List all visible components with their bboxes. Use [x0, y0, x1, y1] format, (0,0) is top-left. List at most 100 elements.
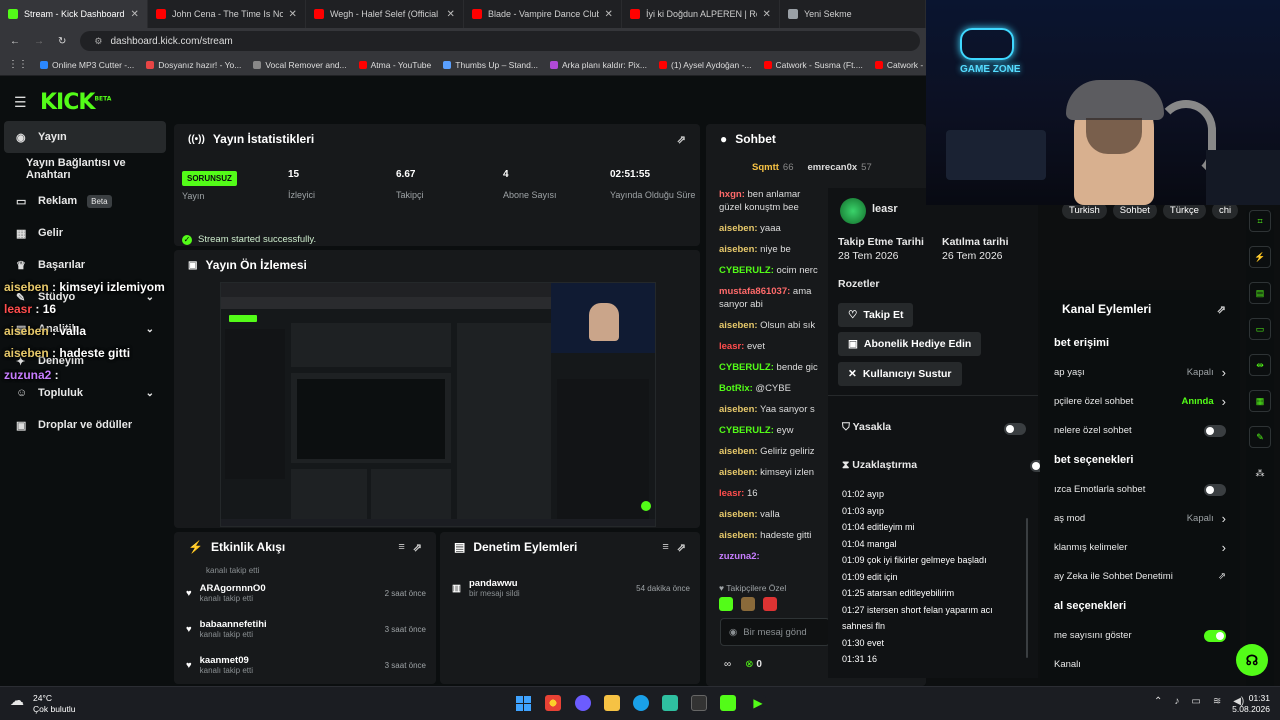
channel-action-row[interactable]: pçilere özel sohbet Anında › [1040, 387, 1240, 416]
activity-item[interactable]: ♥ kaanmet09 kanalı takip etti 3 saat önce [174, 647, 436, 683]
channel-action-row[interactable]: klanmış kelimeler › [1040, 533, 1240, 562]
chat-input[interactable]: ◉ Bir mesaj gönd [720, 618, 830, 646]
apps-grid-icon[interactable]: ⋮⋮ [8, 59, 28, 70]
chrome-icon[interactable] [545, 695, 561, 711]
app-icon[interactable] [662, 695, 678, 711]
chat-username[interactable]: aiseben: [719, 404, 758, 415]
chat-username[interactable]: aiseben: [719, 244, 758, 255]
chat-message[interactable]: aiseben: hadeste gitti [719, 529, 829, 542]
chat-message[interactable]: aiseben: kimseyi izlen [719, 466, 829, 479]
close-icon[interactable]: ✕ [289, 9, 297, 20]
chat-username[interactable]: aiseben: [719, 320, 758, 331]
popout-icon[interactable]: ⇗ [413, 541, 422, 554]
chat-message[interactable]: leasr: evet [719, 340, 829, 353]
emote-icon[interactable] [763, 597, 777, 611]
chat-message[interactable]: aiseben: Geliriz geliriz [719, 445, 829, 458]
browser-tab[interactable]: Yeni Sekme [780, 0, 926, 28]
reload-icon[interactable]: ↻ [58, 36, 66, 47]
raid-icon[interactable]: ⇹ [1249, 354, 1271, 376]
setting-toggle[interactable] [1204, 424, 1226, 437]
sidebar-item[interactable]: Yayın Bağlantısı ve Anahtarı [0, 153, 172, 185]
close-icon[interactable]: ✕ [605, 9, 613, 20]
close-icon[interactable]: ✕ [763, 9, 771, 20]
monitor-icon[interactable]: ▭ [1191, 696, 1200, 707]
lightning-icon[interactable]: ⚡ [1249, 246, 1271, 268]
bookmark-item[interactable]: Vocal Remover and... [253, 60, 347, 70]
gift-sub-button[interactable]: ▣ Abonelik Hediye Edin [838, 332, 982, 356]
chat-message[interactable]: BotRix: @CYBE [719, 382, 829, 395]
chat-username[interactable]: BotRix: [719, 383, 753, 394]
infinity-icon[interactable]: ∞ [724, 659, 731, 670]
chat-username[interactable]: mustafa861037: [719, 286, 790, 297]
chat-username[interactable]: hxgn: [719, 189, 745, 200]
bookmark-item[interactable]: Thumbs Up – Stand... [443, 60, 538, 70]
chevron-up-icon[interactable]: ⌃ [1154, 696, 1162, 707]
chat-message[interactable]: aiseben: yaaa [719, 222, 829, 235]
kick-logo[interactable]: KICKBETA [40, 90, 111, 115]
mic-icon[interactable]: ♪ [1174, 696, 1179, 707]
chat-username[interactable]: aiseben: [719, 467, 758, 478]
community-icon[interactable]: ⁂ [1249, 462, 1271, 484]
back-icon[interactable]: ← [10, 36, 20, 47]
points-counter[interactable]: ⊗ 0 [745, 659, 762, 670]
channel-action-row[interactable]: ızca Emotlarla sohbet [1040, 475, 1240, 504]
site-info-icon[interactable]: ⚙ [94, 36, 102, 47]
chat-username[interactable]: aiseben: [719, 446, 758, 457]
mute-user-button[interactable]: ✕ Kullanıcıyı Sustur [838, 362, 962, 386]
chat-message[interactable]: güzel konuştm bee [719, 201, 829, 214]
chat-message[interactable]: CYBERULZ: bende gic [719, 361, 829, 374]
sidebar-item[interactable]: ▣ Droplar ve ödüller [0, 409, 172, 441]
bookmark-item[interactable]: Dosyanız hazır! - Yo... [146, 60, 241, 70]
setting-toggle[interactable] [1204, 483, 1226, 496]
clock[interactable]: 01:31 5.08.2026 [1230, 693, 1270, 715]
channel-action-row[interactable]: nelere özel sohbet [1040, 416, 1240, 445]
channel-action-row[interactable]: me sayısını göster [1040, 621, 1240, 650]
file-explorer-icon[interactable] [604, 695, 620, 711]
chat-username[interactable]: CYBERULZ: [719, 425, 774, 436]
windows-start-icon[interactable] [516, 696, 531, 711]
chat-username[interactable]: leasr: [719, 488, 744, 499]
chat-message[interactable]: aiseben: Yaa sanyor s [719, 403, 829, 416]
popout-icon[interactable]: ⇗ [677, 541, 686, 554]
channel-action-row[interactable]: ay Zeka ile Sohbet Denetimi ⇗ [1040, 562, 1240, 591]
browser-tab[interactable]: Stream - Kick Dashboard ✕ [0, 0, 148, 28]
sidebar-item[interactable]: ◉ Yayın [4, 121, 166, 153]
browser-tab[interactable]: İyi ki Doğdun ALPEREN | Recep ✕ [622, 0, 780, 28]
chat-message[interactable]: hxgn: ben anlamar [719, 188, 829, 201]
chat-message[interactable]: zuzuna2: [719, 550, 829, 563]
chat-message[interactable]: sanyor abi [719, 298, 829, 311]
terminal-icon[interactable] [691, 695, 707, 711]
channel-action-row[interactable]: ap yaşı Kapalı › [1040, 358, 1240, 387]
host-icon[interactable]: ▦ [1249, 390, 1271, 412]
url-field[interactable]: ⚙ dashboard.kick.com/stream [80, 31, 920, 51]
channel-action-row[interactable]: aş mod Kapalı › [1040, 504, 1240, 533]
chat-username[interactable]: CYBERULZ: [719, 362, 774, 373]
chat-message[interactable]: mustafa861037: ama [719, 285, 829, 298]
wifi-icon[interactable]: ≋ [1213, 696, 1221, 707]
note-icon[interactable]: ▤ [1249, 282, 1271, 304]
chat-message[interactable]: aiseben: valla [719, 508, 829, 521]
filter-icon[interactable]: ≡ [398, 541, 404, 553]
top-chatter[interactable]: emrecan0x 57 [808, 162, 872, 173]
close-icon[interactable]: ✕ [447, 9, 455, 20]
popout-icon[interactable]: ⇗ [1217, 303, 1226, 316]
browser-tab[interactable]: John Cena - The Time Is Now (I ✕ [148, 0, 306, 28]
menu-icon[interactable]: ☰ [14, 94, 28, 111]
chat-message[interactable]: aiseben: niye be [719, 243, 829, 256]
ban-toggle[interactable] [1004, 423, 1026, 435]
follow-button[interactable]: ♡ Takip Et [838, 303, 914, 327]
chat-username[interactable]: aiseben: [719, 530, 758, 541]
chat-username[interactable]: leasr: [719, 341, 744, 352]
activity-item[interactable]: ♥ babaannefetihi kanalı takip etti 3 saat ö… [174, 611, 436, 647]
chevron-down-icon[interactable]: ⌄ [146, 388, 154, 399]
channel-action-row[interactable]: Kanalı [1040, 650, 1240, 679]
tool-icon[interactable]: ✎ [1249, 426, 1271, 448]
activity-item[interactable]: ♥ ARAgornnnO0 kanalı takip etti 2 saat önce [174, 575, 436, 611]
chat-username[interactable]: zuzuna2: [719, 551, 760, 562]
media-icon[interactable]: ▶ [750, 695, 766, 711]
chat-message[interactable]: leasr: 16 [719, 487, 829, 500]
edge-icon[interactable] [633, 695, 649, 711]
chat-icon[interactable]: ▭ [1249, 318, 1271, 340]
sidebar-item[interactable]: ▦ Gelir [0, 217, 172, 249]
discord-icon[interactable] [575, 695, 591, 711]
